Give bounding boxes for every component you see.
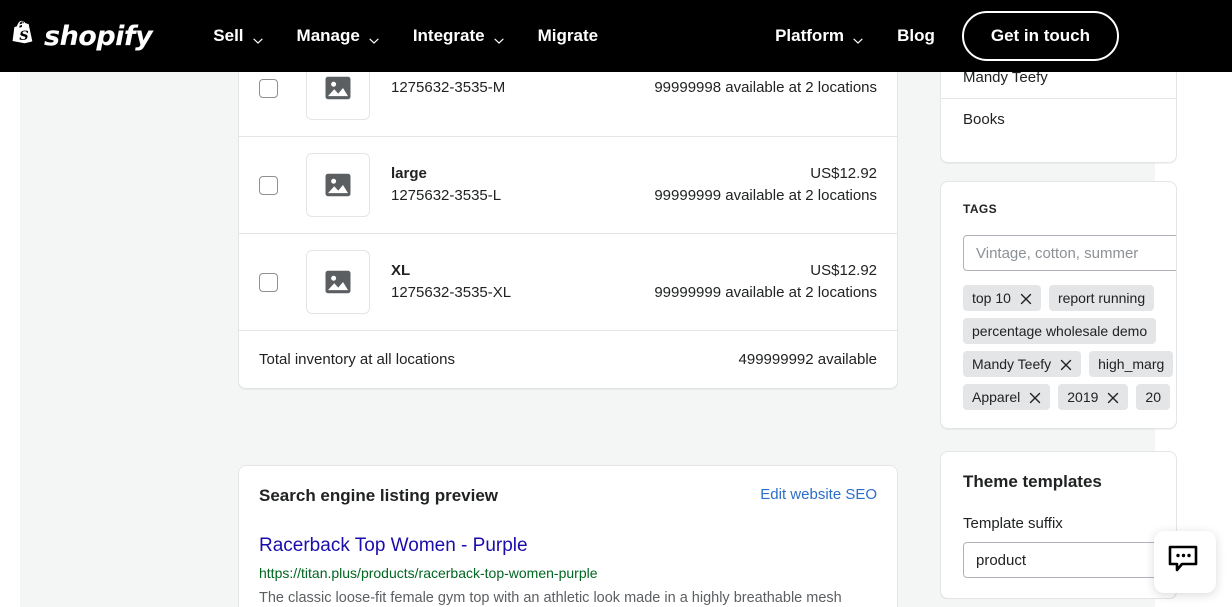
seo-result-description: The classic loose-fit female gym top wit…: [259, 590, 842, 606]
tag-chip-label: top 10: [972, 290, 1011, 306]
variant-price: US$12.92: [810, 165, 877, 182]
close-icon[interactable]: [1029, 391, 1041, 404]
seo-result-preview: Racerback Top Women - Purple https://tit…: [259, 534, 877, 607]
variant-sku: 1275632-3535-M: [391, 79, 506, 96]
variant-meta: US$12.92 99999999 available at 2 locatio…: [654, 163, 877, 207]
tags-card: TAGS Vi Vintage, cotton, summer top 10 r…: [940, 181, 1177, 429]
theme-templates-card: Theme templates Template suffix product: [940, 451, 1177, 599]
variant-checkbox[interactable]: [259, 78, 278, 98]
seo-result-url: https://titan.plus/products/racerback-to…: [259, 565, 598, 581]
variant-sku: 1275632-3535-L: [391, 187, 502, 204]
variant-stock: 99999998 available at 2 locations: [654, 79, 877, 96]
total-inventory-row: Total inventory at all locations 4999999…: [239, 330, 897, 388]
sidebar-column: Mandy Teefy Books TAGS Vi Vintage, cotto…: [918, 55, 1232, 599]
nav-item-migrate[interactable]: Migrate: [538, 26, 598, 46]
variant-info: 1275632-3535-M: [391, 77, 654, 99]
tag-chip-label: 20: [1145, 389, 1161, 405]
total-inventory-label: Total inventory at all locations: [259, 351, 455, 368]
edit-website-seo-link[interactable]: Edit website SEO: [760, 486, 877, 503]
tag-chip-list: top 10 report running percentage wholesa…: [963, 285, 1176, 410]
tag-chip-label: percentage wholesale demo: [972, 323, 1148, 339]
nav-item-manage-label: Manage: [296, 26, 360, 45]
chat-widget-button[interactable]: [1154, 531, 1216, 593]
nav-item-integrate-label: Integrate: [412, 26, 485, 45]
seo-preview-card: Search engine listing preview Edit websi…: [238, 465, 898, 607]
tags-card-header: TAGS Vi: [941, 200, 1176, 217]
tag-chip[interactable]: Apparel: [963, 384, 1051, 410]
image-placeholder-icon: [325, 173, 351, 197]
tag-chip[interactable]: 20: [1136, 384, 1170, 410]
tag-chip[interactable]: 2019: [1058, 384, 1129, 410]
main-content-column: 1275632-3535-M 99999998 available at 2 l…: [238, 55, 898, 607]
nav-item-platform-label: Platform: [775, 26, 845, 45]
seo-card-title: Search engine listing preview: [259, 486, 499, 505]
variant-checkbox[interactable]: [259, 175, 278, 195]
tag-chip[interactable]: high_marg: [1089, 351, 1174, 377]
variant-thumbnail[interactable]: [306, 153, 370, 217]
chevron-down-icon: [369, 31, 379, 44]
nav-item-manage[interactable]: Manage: [297, 26, 379, 46]
variant-title: large: [391, 165, 427, 182]
nav-links: Sell Manage Integrate Migrate: [213, 26, 632, 46]
close-icon[interactable]: [1020, 292, 1032, 305]
shopify-logo[interactable]: S shopify: [10, 20, 153, 52]
table-row[interactable]: large 1275632-3535-L US$12.92 99999999 a…: [239, 136, 897, 233]
table-row[interactable]: XL 1275632-3535-XL US$12.92 99999999 ava…: [239, 233, 897, 330]
organization-row-type[interactable]: Books: [941, 98, 1176, 140]
tag-chip-label: report running: [1057, 290, 1146, 306]
variant-meta: US$12.92 99999999 available at 2 locatio…: [654, 260, 877, 304]
variant-info: large 1275632-3535-L: [391, 163, 654, 207]
nav-item-blog-label: Blog: [897, 26, 935, 45]
speech-bubble-icon: [1168, 545, 1202, 580]
nav-item-platform[interactable]: Platform: [775, 26, 863, 46]
variant-title: XL: [391, 262, 411, 279]
top-navigation-bar: S shopify Sell Manage Integrate Migrate …: [0, 0, 1232, 72]
variant-thumbnail[interactable]: [306, 250, 370, 314]
shopify-bag-icon: S: [10, 20, 38, 52]
tag-chip[interactable]: report running: [1048, 285, 1155, 311]
shopify-wordmark: shopify: [44, 20, 153, 52]
variant-stock: 99999999 available at 2 locations: [654, 284, 877, 301]
close-icon[interactable]: [1107, 391, 1119, 404]
svg-text:S: S: [19, 29, 28, 44]
get-in-touch-button[interactable]: Get in touch: [961, 11, 1120, 61]
nav-item-blog[interactable]: Blog: [897, 26, 935, 46]
nav-item-integrate[interactable]: Integrate: [413, 26, 504, 46]
total-inventory-value: 499999992 available: [738, 351, 877, 368]
tag-chip-label: high_marg: [1098, 356, 1165, 372]
nav-item-sell[interactable]: Sell: [213, 26, 263, 46]
tags-section-label: TAGS: [963, 202, 998, 216]
image-placeholder-icon: [325, 76, 351, 100]
tag-chip[interactable]: percentage wholesale demo: [963, 318, 1157, 344]
variant-meta: 99999998 available at 2 locations: [654, 77, 877, 99]
tag-chip[interactable]: top 10: [963, 285, 1041, 311]
tag-chip-label: 2019: [1067, 389, 1099, 405]
chevron-down-icon: [252, 31, 263, 44]
app-screen: S shopify Sell Manage Integrate Migrate …: [0, 0, 1232, 607]
chevron-down-icon: [853, 31, 863, 44]
tags-input[interactable]: Vintage, cotton, summer: [963, 235, 1176, 271]
nav-item-sell-label: Sell: [213, 26, 244, 45]
tag-chip-label: Mandy Teefy: [972, 356, 1052, 372]
template-suffix-label: Template suffix: [963, 515, 1063, 532]
variant-price: US$12.92: [810, 262, 877, 279]
theme-templates-title: Theme templates: [963, 472, 1102, 491]
close-icon[interactable]: [1060, 358, 1072, 371]
variant-checkbox[interactable]: [259, 272, 278, 292]
nav-item-migrate-label: Migrate: [537, 26, 599, 45]
variant-info: XL 1275632-3535-XL: [391, 260, 654, 304]
nav-right-group: Platform Blog Get in touch: [775, 11, 1120, 61]
seo-card-header: Search engine listing preview Edit websi…: [259, 486, 877, 506]
variant-sku: 1275632-3535-XL: [391, 284, 512, 301]
seo-result-title[interactable]: Racerback Top Women - Purple: [259, 534, 877, 558]
tag-chip[interactable]: Mandy Teefy: [963, 351, 1082, 377]
variants-card: 1275632-3535-M 99999998 available at 2 l…: [238, 55, 898, 389]
variant-stock: 99999999 available at 2 locations: [654, 187, 877, 204]
chevron-down-icon: [494, 31, 504, 44]
template-suffix-select[interactable]: product: [963, 542, 1176, 578]
tag-chip-label: Apparel: [972, 389, 1021, 405]
image-placeholder-icon: [325, 270, 351, 294]
left-gutter: [0, 72, 20, 607]
